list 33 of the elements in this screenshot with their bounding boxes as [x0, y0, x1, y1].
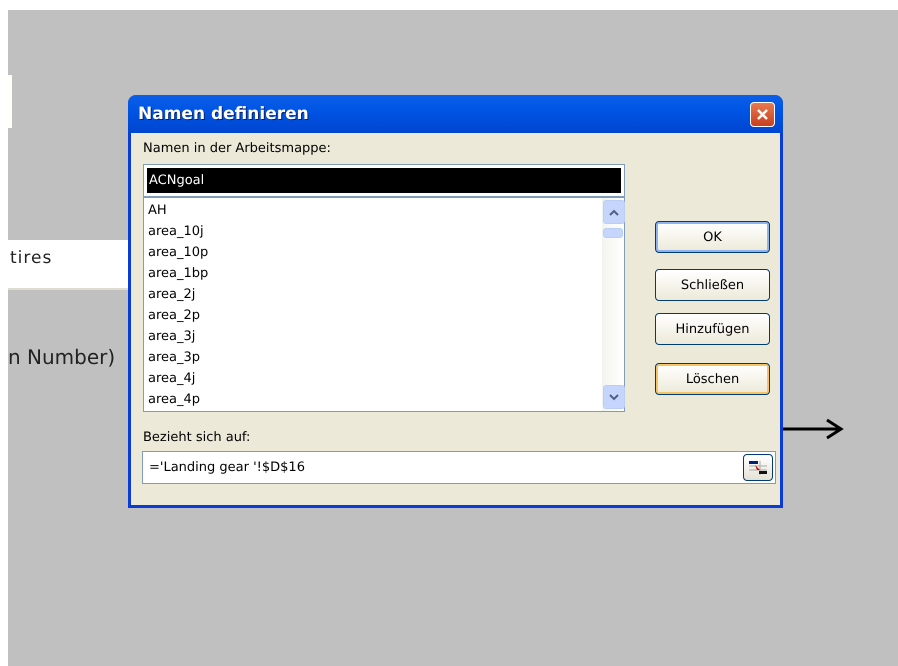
sheet-label: n Number) [8, 345, 116, 369]
close-icon [756, 108, 769, 120]
refers-field[interactable]: ='Landing gear '!$D$16 [142, 451, 776, 484]
list-item[interactable]: area_10p [148, 242, 598, 263]
scroll-thumb[interactable] [603, 228, 623, 238]
dialog-button[interactable]: Hinzufügen [655, 313, 770, 345]
dialog-button[interactable]: Schließen [655, 269, 770, 301]
close-button[interactable] [750, 102, 775, 126]
sheet-cell: tires [8, 240, 128, 290]
window-title: Namen definieren [138, 104, 309, 124]
list-item[interactable]: area_3j [148, 326, 598, 347]
list-item[interactable]: area_2p [148, 305, 598, 326]
chevron-up-icon [609, 208, 619, 216]
chevron-down-icon [609, 394, 619, 400]
range-select-icon [748, 460, 768, 476]
scroll-down-button[interactable] [603, 385, 625, 409]
scrollbar[interactable] [602, 198, 624, 411]
refers-label: Bezieht sich auf: [143, 430, 252, 445]
list-item[interactable]: area_4j [148, 368, 598, 389]
arrow-icon [783, 418, 845, 440]
collapse-button[interactable] [743, 454, 773, 481]
dialog-button[interactable]: Löschen [655, 363, 770, 395]
name-field[interactable]: ACNgoal [143, 164, 625, 197]
names-label: Namen in der Arbeitsmappe: [143, 141, 332, 156]
scroll-up-button[interactable] [603, 200, 625, 224]
list-item[interactable]: area_3p [148, 347, 598, 368]
list-item[interactable]: area_1bp [148, 263, 598, 284]
list-item[interactable]: area_4p [148, 389, 598, 410]
list-item[interactable]: AH [148, 200, 598, 221]
cell-edge [8, 75, 12, 128]
list-item[interactable]: area_2j [148, 284, 598, 305]
dialog-button[interactable]: OK [655, 221, 770, 253]
list-item[interactable]: area_10j [148, 221, 598, 242]
